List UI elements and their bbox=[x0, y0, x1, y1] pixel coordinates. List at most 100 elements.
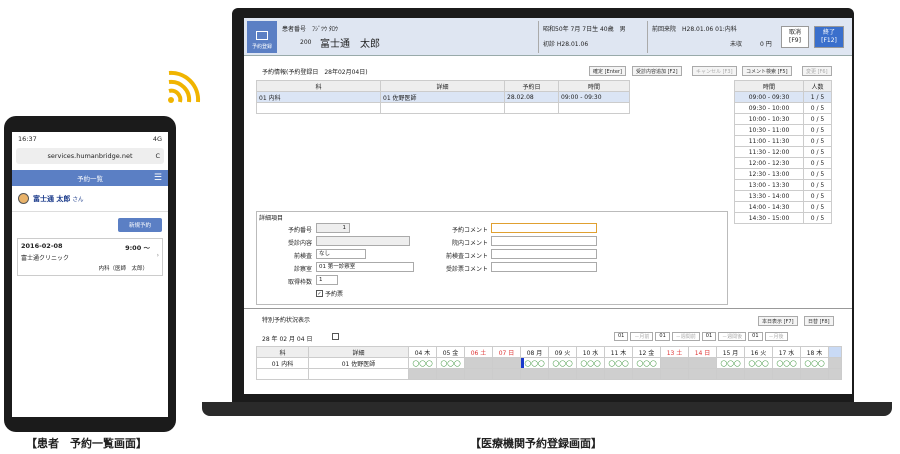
day-slot[interactable] bbox=[688, 357, 717, 369]
slot-row[interactable]: 11:30 - 12:00 0 / 5 bbox=[734, 146, 832, 158]
nav-control[interactable]: －週間前 bbox=[671, 332, 700, 341]
caption-left: 【患者 予約一覧画面】 bbox=[26, 437, 147, 450]
change-button[interactable]: 変更 [F6] bbox=[802, 66, 832, 76]
nav-control[interactable]: 01 bbox=[655, 332, 670, 341]
cancel-button[interactable]: 取消 [F9] bbox=[781, 26, 809, 48]
reservation-comment-input[interactable] bbox=[491, 223, 597, 233]
table-row[interactable]: 01 内科 01 佐野医師 28.02.08 09:00 - 09:30 bbox=[256, 91, 630, 103]
frame-select[interactable]: 1 bbox=[316, 275, 338, 285]
comment-search-button[interactable]: コメント検索 [F5] bbox=[742, 66, 792, 76]
slot-cell: 12:00 - 12:30 bbox=[734, 157, 804, 169]
nav-control[interactable]: －週間後 bbox=[718, 332, 747, 341]
day-slot[interactable]: ◯◯◯ bbox=[632, 357, 661, 369]
field-label: 予約コメント bbox=[451, 227, 488, 234]
slot-row[interactable]: 13:00 - 13:30 0 / 5 bbox=[734, 179, 832, 191]
slot-cell: 0 / 5 bbox=[803, 157, 832, 169]
slot-row[interactable]: 13:30 - 14:00 0 / 5 bbox=[734, 190, 832, 202]
table-row[interactable]: 01 内科 01 佐野医師 ◯◯◯ ◯◯◯ ◯◯◯ ◯◯◯ ◯◯◯ ◯◯◯ ◯◯◯ ◯◯◯ ◯◯◯ ◯… bbox=[256, 357, 842, 369]
nav-control[interactable]: 01 bbox=[701, 332, 717, 341]
card-checkbox[interactable]: ✓ 予約票 bbox=[316, 289, 343, 298]
status-time: 16:37 bbox=[18, 135, 37, 143]
app-logo-label: 予約登録 bbox=[251, 44, 272, 50]
day-slot[interactable]: ◯◯◯ bbox=[716, 357, 745, 369]
nav-control[interactable]: 01 bbox=[614, 332, 629, 341]
detail-title: 詳細項目 bbox=[259, 215, 284, 222]
day-header: 09 火 bbox=[548, 346, 577, 358]
slot-row[interactable]: 14:30 - 15:00 0 / 5 bbox=[734, 212, 832, 224]
card-time: 9:00 〜 bbox=[125, 244, 150, 252]
field-label: 取得枠数 bbox=[287, 279, 312, 286]
room-select[interactable]: 01 第一診察室 bbox=[316, 262, 414, 272]
patient-unpaid: 未収 0 円 bbox=[730, 41, 772, 48]
slot-row[interactable]: 11:00 - 11:30 0 / 5 bbox=[734, 135, 832, 147]
slot-row[interactable]: 09:00 - 09:30 1 / 5 bbox=[734, 91, 832, 103]
cell: 01 内科 bbox=[256, 357, 309, 369]
slot-cell: 1 / 5 bbox=[803, 91, 832, 103]
day-slot[interactable]: ◯◯◯ bbox=[408, 357, 437, 369]
date-nav[interactable]: 28 年 02 月 04 日 bbox=[262, 334, 312, 343]
day-slot[interactable]: ◯◯◯ bbox=[800, 357, 829, 369]
slot-cell: 0 / 5 bbox=[803, 135, 832, 147]
day-slot[interactable]: ◯◯◯ bbox=[436, 357, 465, 369]
slot-cell: 10:30 - 11:00 bbox=[734, 124, 804, 136]
content-field[interactable] bbox=[316, 236, 410, 246]
period-nav: 01 －月前 01 －週間前 01 －週間後 01 －月後 bbox=[614, 332, 788, 341]
day-slot[interactable] bbox=[492, 357, 521, 369]
cancel-reservation-button[interactable]: キャンセル [F3] bbox=[692, 66, 737, 76]
slot-table: 時間 人数 09:00 - 09:30 1 / 5 09:30 - 10:00 0 / … bbox=[734, 80, 832, 224]
slot-row[interactable]: 10:30 - 11:00 0 / 5 bbox=[734, 124, 832, 136]
patient-name: 富士通 太郎 bbox=[320, 39, 380, 50]
ticket-comment-input[interactable] bbox=[491, 262, 597, 272]
end-button[interactable]: 終了 [F12] bbox=[814, 26, 844, 48]
slot-row[interactable]: 10:00 - 10:30 0 / 5 bbox=[734, 113, 832, 125]
chevron-right-icon: › bbox=[156, 252, 159, 259]
slot-cell: 13:30 - 14:00 bbox=[734, 190, 804, 202]
slot-row[interactable]: 09:30 - 10:00 0 / 5 bbox=[734, 102, 832, 114]
day-slot[interactable]: ◯◯◯ bbox=[744, 357, 773, 369]
day-slot[interactable]: ◯◯◯ bbox=[772, 357, 801, 369]
slot-row[interactable]: 14:00 - 14:30 0 / 5 bbox=[734, 201, 832, 213]
confirm-button[interactable]: 確定 [Enter] bbox=[589, 66, 626, 76]
calendar-icon[interactable] bbox=[332, 333, 339, 340]
reload-icon[interactable]: C bbox=[155, 152, 160, 160]
day-header: 12 金 bbox=[632, 346, 661, 358]
slot-cell: 12:30 - 13:00 bbox=[734, 168, 804, 180]
scroll-cell[interactable] bbox=[828, 346, 842, 358]
day-slot[interactable] bbox=[464, 357, 493, 369]
user-row: 富士通 太郎 さん bbox=[12, 186, 168, 212]
day-slot[interactable]: ◯◯◯ bbox=[548, 357, 577, 369]
add-content-button[interactable]: 受診内容追加 [F2] bbox=[632, 66, 682, 76]
url-bar[interactable]: services.humanbridge.net C bbox=[16, 148, 164, 164]
col-header: 人数 bbox=[803, 80, 832, 92]
field-label: 予約番号 bbox=[287, 227, 312, 234]
table-row[interactable] bbox=[256, 102, 630, 114]
slot-cell: 0 / 5 bbox=[803, 113, 832, 125]
patient-first-visit: 初診 H28.01.06 bbox=[543, 41, 589, 48]
cell: 09:00 - 09:30 bbox=[558, 91, 630, 103]
today-button[interactable]: 本日表示 [F7] bbox=[758, 316, 798, 326]
day-slot[interactable]: ◯◯◯ bbox=[604, 357, 633, 369]
day-slot[interactable] bbox=[660, 357, 689, 369]
nav-control[interactable]: 01 bbox=[748, 332, 763, 341]
cell: 01 佐野医師 bbox=[308, 357, 409, 369]
day-button[interactable]: 日替 [F8] bbox=[804, 316, 834, 326]
slot-cell: 14:00 - 14:30 bbox=[734, 201, 804, 213]
slot-row[interactable]: 12:00 - 12:30 0 / 5 bbox=[734, 157, 832, 169]
slot-cell: 14:30 - 15:00 bbox=[734, 212, 804, 224]
slot-row[interactable]: 12:30 - 13:00 0 / 5 bbox=[734, 168, 832, 180]
day-slot[interactable]: ◯◯◯ bbox=[576, 357, 605, 369]
menu-icon[interactable]: ☰ bbox=[154, 173, 162, 183]
table-row[interactable] bbox=[256, 368, 842, 380]
internal-comment-input[interactable] bbox=[491, 236, 597, 246]
day-header: 15 月 bbox=[716, 346, 745, 358]
nav-control[interactable]: －月後 bbox=[764, 332, 788, 341]
pre-exam-select[interactable]: なし bbox=[316, 249, 366, 259]
pre-exam-comment-input[interactable] bbox=[491, 249, 597, 259]
reservation-table: 科詳細 予約日 時間 01 内科 01 佐野医師 28.02.08 09:00 - 09:… bbox=[256, 80, 630, 114]
new-reservation-button[interactable]: 新規予約 bbox=[118, 218, 162, 232]
patient-kana: ﾌｼﾞﾂｳ ﾀﾛｳ bbox=[312, 26, 338, 33]
slot-cell: 0 / 5 bbox=[803, 102, 832, 114]
day-slot[interactable]: ◯◯◯ bbox=[520, 357, 549, 369]
nav-control[interactable]: －月前 bbox=[630, 332, 654, 341]
reservation-card[interactable]: 2016-02-08 9:00 〜 富士通クリニック 内科（医師 太郎） › bbox=[17, 238, 163, 276]
